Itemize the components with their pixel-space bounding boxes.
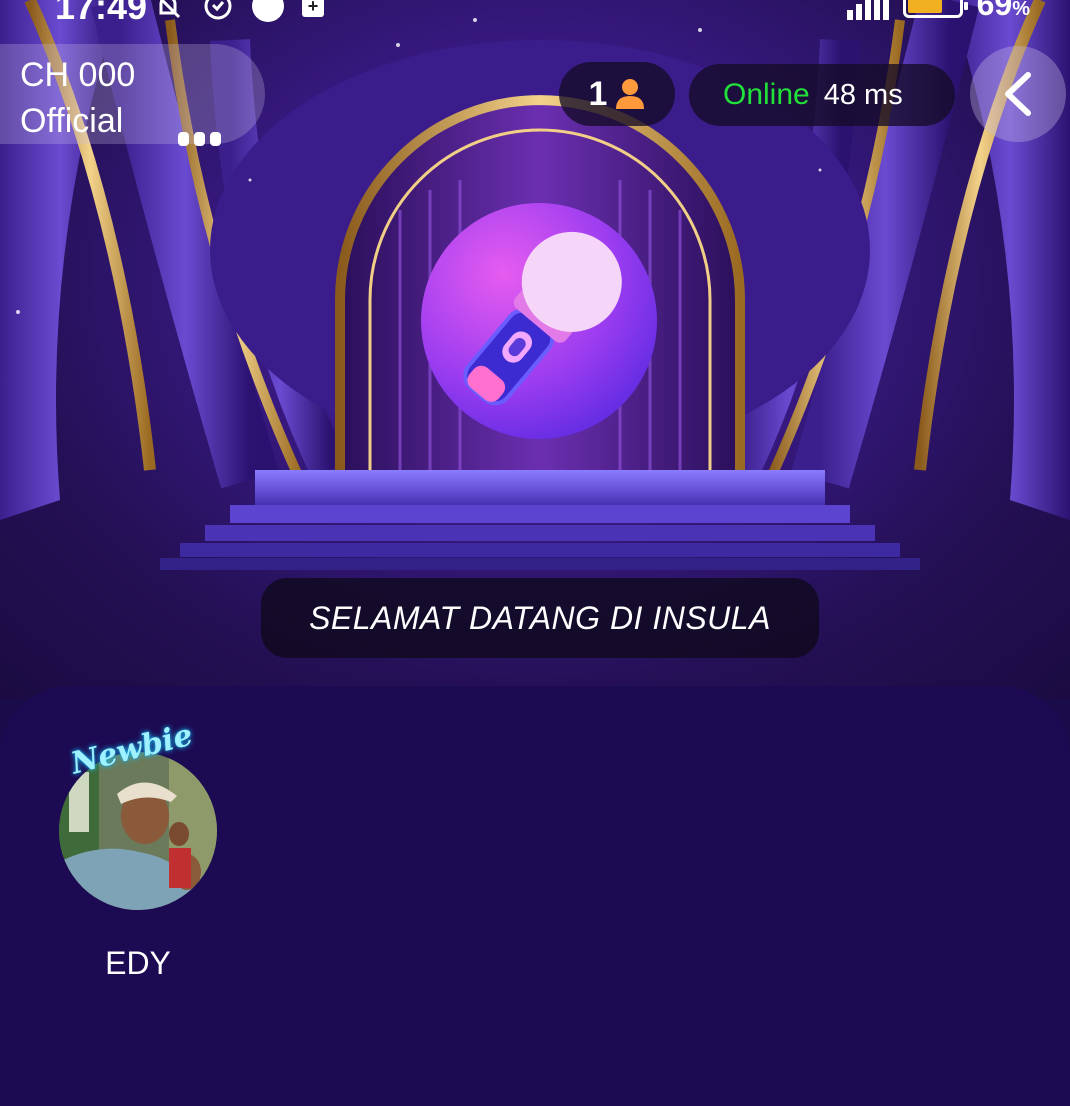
audience-count: 1 <box>588 74 608 113</box>
ping-value: 48 ms <box>823 78 903 111</box>
welcome-banner: SELAMAT DATANG DI INSULA <box>261 578 819 658</box>
plus-box-icon: + <box>302 0 324 17</box>
room-info-pill[interactable]: CH 000 Official <box>0 44 265 146</box>
back-button[interactable] <box>970 46 1066 142</box>
microphone-icon <box>421 203 657 439</box>
audience-count-pill[interactable]: 1 <box>559 62 675 126</box>
chevron-left-icon <box>1005 72 1031 116</box>
status-time: 17:49 <box>55 0 148 27</box>
online-status: Online <box>723 78 810 111</box>
microphone-button[interactable] <box>420 202 658 440</box>
bell-off-icon <box>152 0 184 22</box>
dot-icon <box>252 0 284 22</box>
battery-icon <box>902 0 968 18</box>
clock-icon <box>202 0 234 22</box>
status-bar: 17:49 + 69% <box>0 0 1070 27</box>
more-dots-icon[interactable] <box>178 132 221 146</box>
room-title: CH 000 Official <box>20 56 136 140</box>
person-icon <box>616 79 645 109</box>
signal-icon <box>846 0 889 20</box>
connection-status-pill: Online 48 ms <box>689 64 955 126</box>
battery-percent: 69% <box>976 0 1030 22</box>
seat-username: EDY <box>105 945 171 981</box>
